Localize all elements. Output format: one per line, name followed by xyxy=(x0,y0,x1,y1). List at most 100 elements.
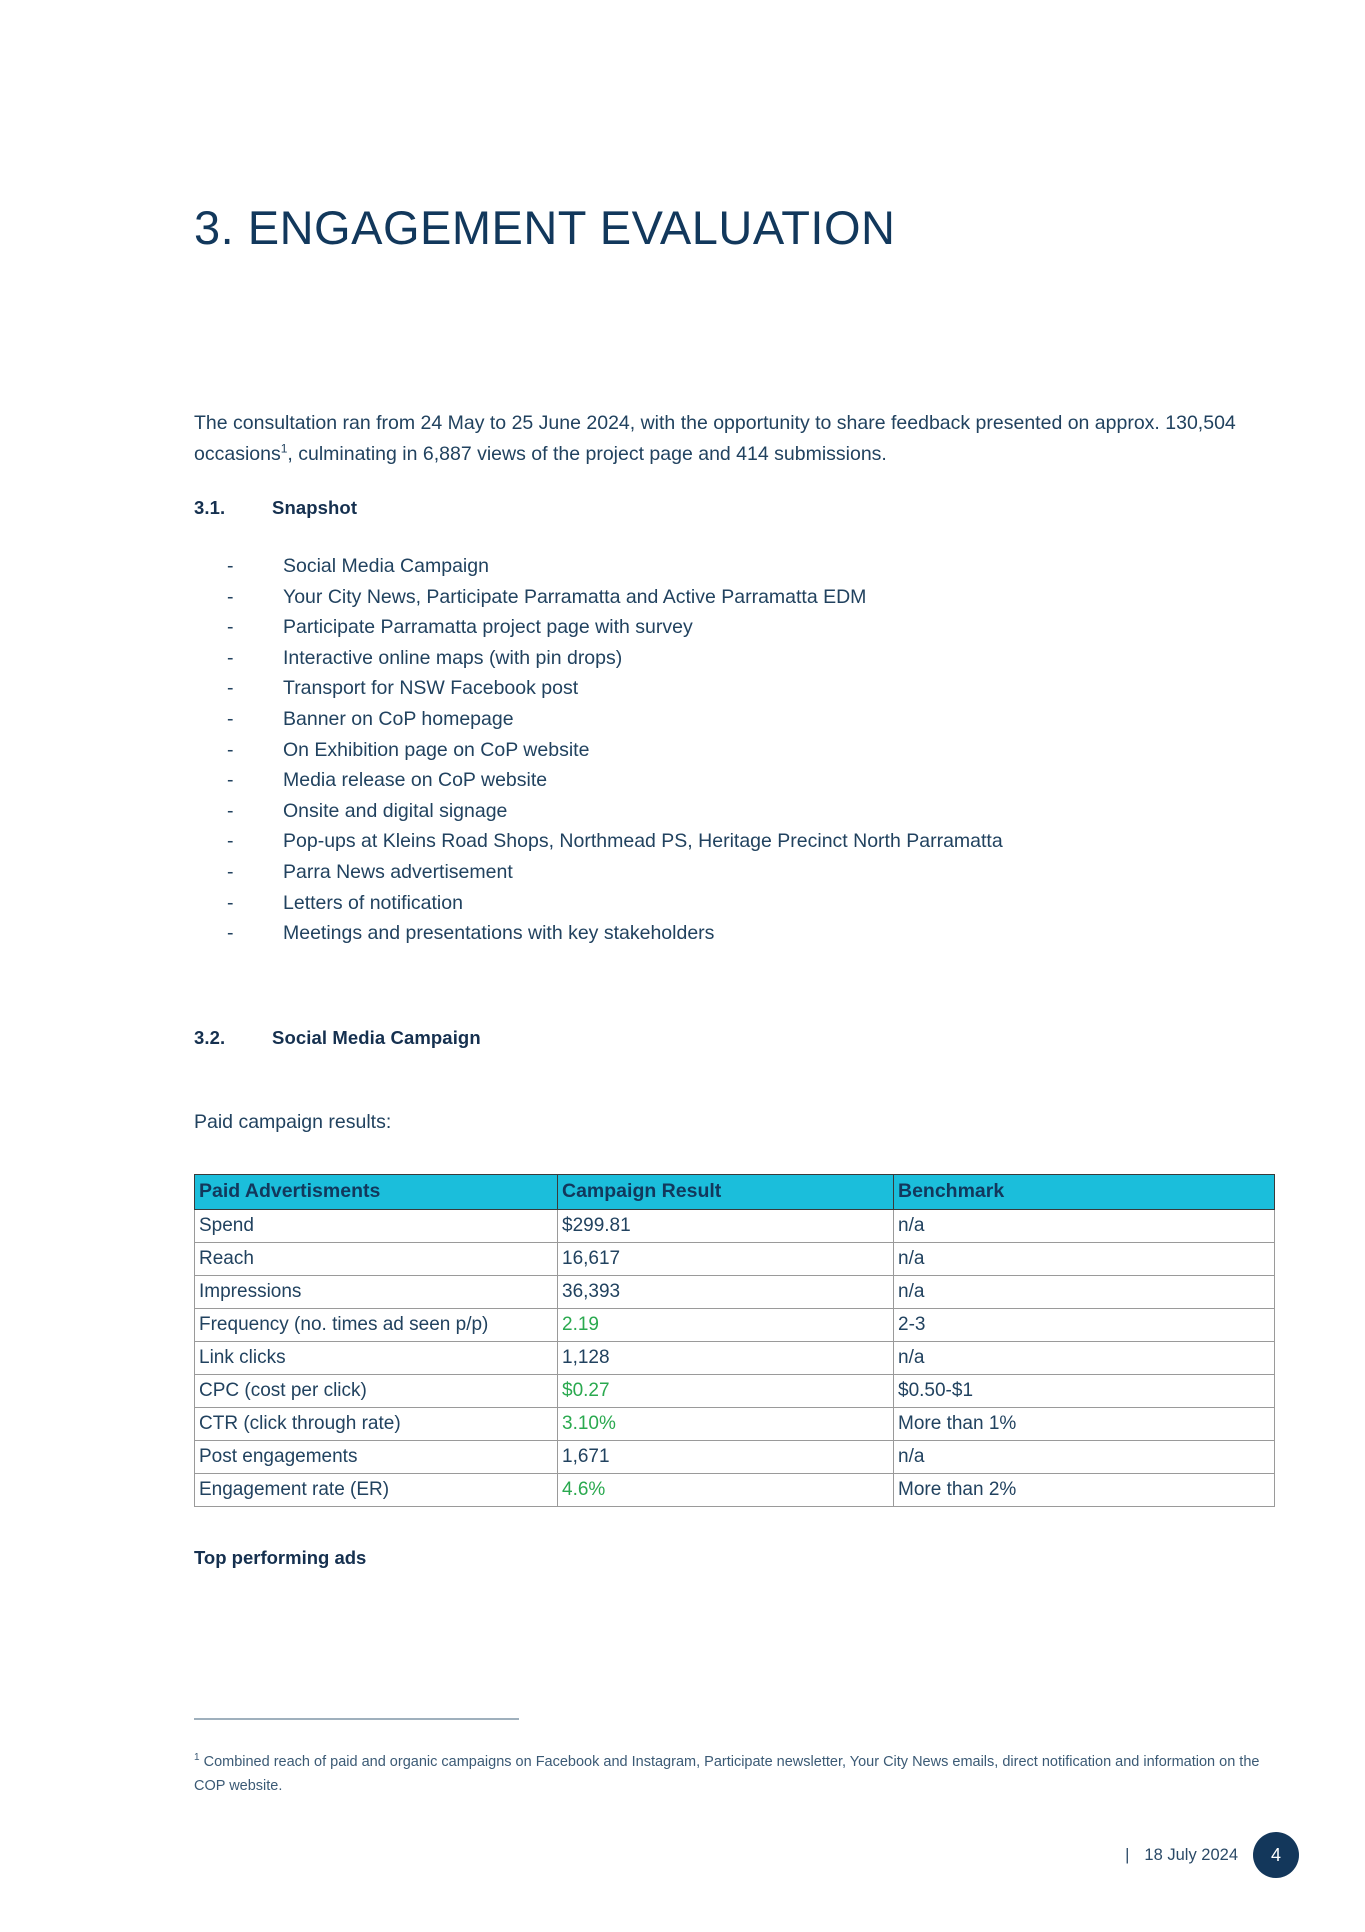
row-campaign-result: $299.81 xyxy=(557,1209,894,1243)
row-campaign-result: 1,128 xyxy=(557,1341,894,1375)
bullet-marker: - xyxy=(227,830,234,853)
bullet-marker: - xyxy=(227,646,234,669)
bullet-marker: - xyxy=(227,860,234,883)
list-item-label: Banner on CoP homepage xyxy=(283,707,514,730)
table-row: Frequency (no. times ad seen p/p) 2.19 2-3 xyxy=(194,1308,1275,1342)
bullet-marker: - xyxy=(227,555,234,577)
intro-paragraph: The consultation ran from 24 May to 25 J… xyxy=(194,408,1254,470)
row-label: Engagement rate (ER) xyxy=(194,1473,558,1507)
list-item-label: Parra News advertisement xyxy=(283,860,513,883)
footnote-divider xyxy=(194,1718,519,1720)
list-item: - Interactive online maps (with pin drops… xyxy=(194,643,1254,674)
list-item-label: Your City News, Participate Parramatta a… xyxy=(283,585,867,608)
document-page: 3. ENGAGEMENT EVALUATION The consultatio… xyxy=(0,0,1365,1932)
list-item: - Media release on CoP website xyxy=(194,765,1254,796)
snapshot-list: - Social Media Campaign - Your City News, P… xyxy=(194,551,1254,949)
paid-campaign-results-label: Paid campaign results: xyxy=(194,1110,392,1133)
list-item: - Pop-ups at Kleins Road Shops, Northmead… xyxy=(194,826,1254,857)
bullet-marker: - xyxy=(227,707,234,730)
table-row: CPC (cost per click) $0.27 $0.50-$1 xyxy=(194,1374,1275,1408)
row-campaign-result: 3.10% xyxy=(557,1407,894,1441)
table-row: Post engagements 1,671 n/a xyxy=(194,1440,1275,1474)
row-label: Post engagements xyxy=(194,1440,558,1474)
bullet-marker: - xyxy=(227,616,234,639)
row-label: Frequency (no. times ad seen p/p) xyxy=(194,1308,558,1342)
row-label: Spend xyxy=(194,1209,558,1243)
row-benchmark: n/a xyxy=(893,1275,1275,1309)
table-row: CTR (click through rate) 3.10% More than 1… xyxy=(194,1407,1275,1441)
row-label: Reach xyxy=(194,1242,558,1276)
bullet-marker: - xyxy=(227,585,234,608)
row-label: Link clicks xyxy=(194,1341,558,1375)
list-item-label: Meetings and presentations with key stak… xyxy=(283,922,715,945)
row-campaign-result: 4.6% xyxy=(557,1473,894,1507)
top-performing-ads-heading: Top performing ads xyxy=(194,1547,367,1568)
row-benchmark: n/a xyxy=(893,1209,1275,1243)
list-item: - On Exhibition page on CoP website xyxy=(194,735,1254,766)
table-body: Spend $299.81 n/a Reach 16,617 n/a Impressions… xyxy=(194,1209,1275,1507)
footnote-text: 1 Combined reach of paid and organic cam… xyxy=(194,1750,1264,1798)
list-item: - Banner on CoP homepage xyxy=(194,704,1254,735)
section-title-snapshot: Snapshot xyxy=(272,497,358,518)
table-row: Engagement rate (ER) 4.6% More than 2% xyxy=(194,1473,1275,1507)
section-number-3-2: 3.2. xyxy=(194,1027,226,1048)
row-benchmark: $0.50-$1 xyxy=(893,1374,1275,1408)
row-benchmark: More than 1% xyxy=(893,1407,1275,1441)
bullet-marker: - xyxy=(227,922,234,945)
list-item: - Participate Parramatta project page wit… xyxy=(194,612,1254,643)
bullet-marker: - xyxy=(227,891,234,914)
row-campaign-result: 36,393 xyxy=(557,1275,894,1309)
list-item-label: Onsite and digital signage xyxy=(283,799,508,822)
bullet-marker: - xyxy=(227,769,234,792)
column-header-benchmark: Benchmark xyxy=(893,1174,1275,1210)
row-benchmark: More than 2% xyxy=(893,1473,1275,1507)
list-item-label: Letters of notification xyxy=(283,891,463,914)
list-item-label: Participate Parramatta project page with… xyxy=(283,616,693,639)
row-campaign-result: 1,671 xyxy=(557,1440,894,1474)
row-benchmark: n/a xyxy=(893,1242,1275,1276)
section-title-social-media-campaign: Social Media Campaign xyxy=(272,1027,481,1048)
table-row: Reach 16,617 n/a xyxy=(194,1242,1275,1276)
list-item-label: Social Media Campaign xyxy=(283,555,489,577)
table-header-row: Paid Advertisments Campaign Result Bench… xyxy=(194,1174,1275,1210)
intro-text-part2: , culminating in 6,887 views of the proj… xyxy=(287,442,887,465)
list-item: - Social Media Campaign xyxy=(194,551,1254,582)
table-row: Link clicks 1,128 n/a xyxy=(194,1341,1275,1375)
footer-separator: | xyxy=(1125,1845,1130,1864)
page-footer: | 18 July 2024 4 xyxy=(1125,1832,1299,1878)
row-benchmark: n/a xyxy=(893,1440,1275,1474)
list-item-label: Pop-ups at Kleins Road Shops, Northmead … xyxy=(283,830,1003,853)
page-number-badge: 4 xyxy=(1253,1832,1299,1878)
section-number-3-1: 3.1. xyxy=(194,497,226,518)
list-item: - Meetings and presentations with key sta… xyxy=(194,918,1254,949)
column-header-campaign-result: Campaign Result xyxy=(557,1174,894,1210)
row-campaign-result: 16,617 xyxy=(557,1242,894,1276)
list-item-label: Transport for NSW Facebook post xyxy=(283,677,579,700)
list-item: - Parra News advertisement xyxy=(194,857,1254,888)
bullet-marker: - xyxy=(227,677,234,700)
row-label: CPC (cost per click) xyxy=(194,1374,558,1408)
table-row: Spend $299.81 n/a xyxy=(194,1209,1275,1243)
footnote-marker: 1 xyxy=(194,1751,200,1763)
list-item-label: Interactive online maps (with pin drops) xyxy=(283,646,623,669)
row-label: Impressions xyxy=(194,1275,558,1309)
row-campaign-result: 2.19 xyxy=(557,1308,894,1342)
row-campaign-result: $0.27 xyxy=(557,1374,894,1408)
row-benchmark: 2-3 xyxy=(893,1308,1275,1342)
list-item-label: Media release on CoP website xyxy=(283,769,548,792)
list-item: - Your City News, Participate Parramatta … xyxy=(194,582,1254,613)
section-heading-social-media-campaign: 3.2. Social Media Campaign xyxy=(194,1027,481,1049)
list-item: - Letters of notification xyxy=(194,888,1254,919)
bullet-marker: - xyxy=(227,738,234,761)
list-item: - Transport for NSW Facebook post xyxy=(194,673,1254,704)
footnote-body: Combined reach of paid and organic campa… xyxy=(194,1753,1260,1794)
section-heading-snapshot: 3.1. Snapshot xyxy=(194,497,357,519)
table-row: Impressions 36,393 n/a xyxy=(194,1275,1275,1309)
paid-advertisements-table: Paid Advertisments Campaign Result Bench… xyxy=(194,1174,1275,1507)
row-benchmark: n/a xyxy=(893,1341,1275,1375)
list-item: - Onsite and digital signage xyxy=(194,796,1254,827)
bullet-marker: - xyxy=(227,799,234,822)
column-header-paid-advertisments: Paid Advertisments xyxy=(194,1174,558,1210)
list-item-label: On Exhibition page on CoP website xyxy=(283,738,590,761)
row-label: CTR (click through rate) xyxy=(194,1407,558,1441)
